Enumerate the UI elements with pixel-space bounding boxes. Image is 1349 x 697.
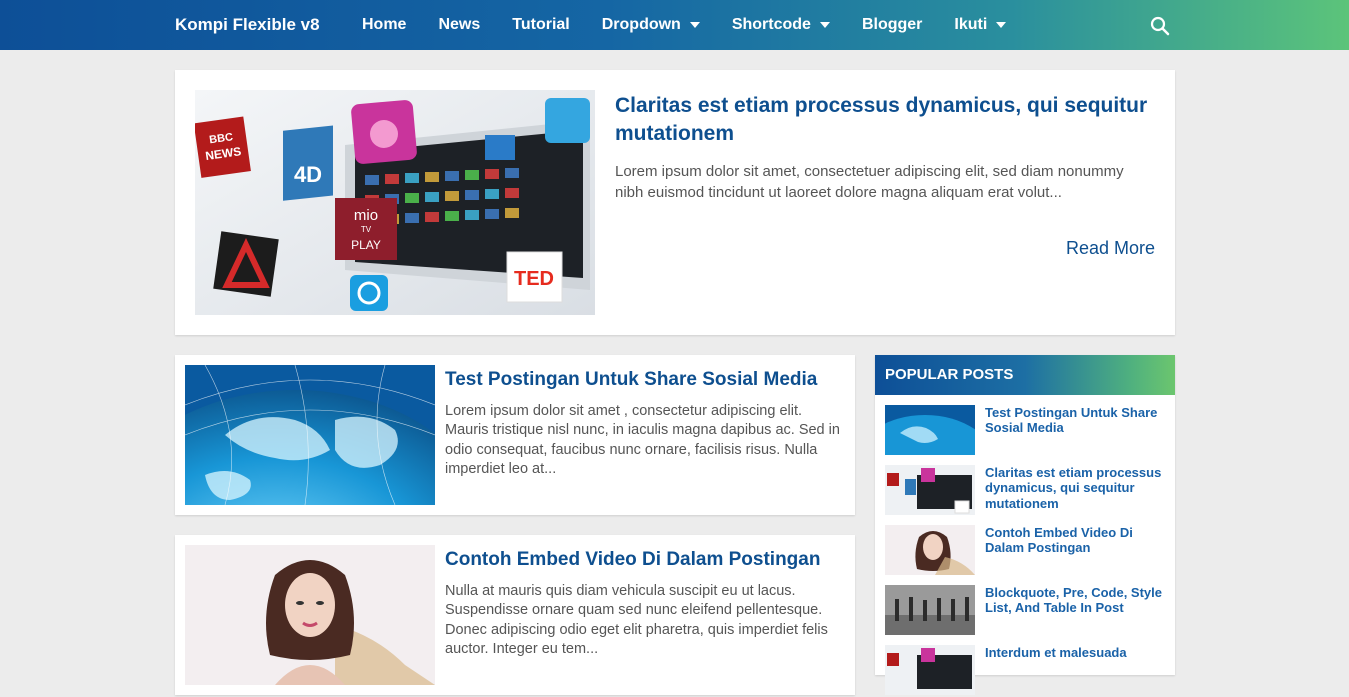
tv-logo-text: TV: [361, 225, 372, 234]
featured-post-card: BBC NEWS 4D mio TV PLAY TED Claritas est…: [175, 70, 1175, 335]
post-excerpt: Lorem ipsum dolor sit amet , consectetur…: [445, 403, 840, 478]
nav-news-label: News: [438, 16, 481, 33]
featured-post-thumbnail[interactable]: BBC NEWS 4D mio TV PLAY TED: [195, 90, 595, 315]
nav-home-label: Home: [362, 16, 407, 33]
post-title[interactable]: Test Postingan Untuk Share Sosial Media: [445, 367, 845, 392]
popular-posts-widget: POPULAR POSTS Test Postingan Untuk Share…: [875, 355, 1175, 695]
nav-ikuti-label: Ikuti: [954, 16, 988, 33]
nav-home[interactable]: Home: [362, 16, 406, 34]
nav-dropdown[interactable]: Dropdown: [602, 16, 700, 34]
popular-post-thumbnail[interactable]: [885, 465, 975, 515]
nav-tutorial-label: Tutorial: [512, 16, 570, 33]
popular-post-item[interactable]: Interdum et malesuada: [885, 645, 1170, 697]
ted-logo-text: TED: [514, 268, 554, 290]
mio-logo-text: mio: [354, 207, 378, 224]
featured-post-excerpt: Lorem ipsum dolor sit amet, consectetuer…: [615, 163, 1124, 201]
4d-logo-text: 4D: [294, 162, 322, 187]
popular-post-thumbnail[interactable]: [885, 585, 975, 635]
popular-post-item[interactable]: Contoh Embed Video Di Dalam Postingan: [885, 525, 1170, 577]
nav-shortcode-label: Shortcode: [731, 16, 811, 33]
caret-down-icon: [689, 22, 700, 28]
caret-down-icon: [819, 22, 830, 28]
popular-post-title[interactable]: Claritas est etiam processus dynamicus, …: [985, 465, 1170, 511]
nav-tutorial[interactable]: Tutorial: [512, 16, 569, 34]
popular-post-title[interactable]: Blockquote, Pre, Code, Style List, And T…: [985, 585, 1170, 616]
main-nav: Home News Tutorial Dropdown Shortcode Bl…: [362, 0, 1038, 50]
nav-dropdown-label: Dropdown: [601, 16, 681, 33]
featured-post-title[interactable]: Claritas est etiam processus dynamicus, …: [615, 92, 1160, 148]
nav-shortcode[interactable]: Shortcode: [732, 16, 830, 34]
popular-post-title[interactable]: Contoh Embed Video Di Dalam Postingan: [985, 525, 1170, 556]
popular-post-item[interactable]: Blockquote, Pre, Code, Style List, And T…: [885, 585, 1170, 637]
popular-post-thumbnail[interactable]: [885, 645, 975, 695]
read-more-link[interactable]: Read More: [1066, 238, 1155, 259]
popular-post-item[interactable]: Test Postingan Untuk Share Sosial Media: [885, 405, 1170, 457]
popular-post-thumbnail[interactable]: [885, 405, 975, 455]
widget-heading: POPULAR POSTS: [875, 355, 1175, 395]
post-card: Test Postingan Untuk Share Sosial Media …: [175, 355, 855, 515]
nav-blogger-label: Blogger: [861, 16, 923, 33]
nav-blogger[interactable]: Blogger: [862, 16, 922, 34]
post-thumbnail[interactable]: [185, 545, 435, 685]
search-icon[interactable]: [1150, 16, 1170, 36]
popular-post-item[interactable]: Claritas est etiam processus dynamicus, …: [885, 465, 1170, 517]
top-navigation-bar: Kompi Flexible v8 Home News Tutorial Dro…: [0, 0, 1349, 50]
post-card: Contoh Embed Video Di Dalam Postingan Nu…: [175, 535, 855, 695]
popular-post-title[interactable]: Test Postingan Untuk Share Sosial Media: [985, 405, 1170, 436]
play-logo-text: PLAY: [351, 238, 381, 252]
post-excerpt: Nulla at mauris quis diam vehicula susci…: [445, 583, 828, 658]
post-thumbnail[interactable]: [185, 365, 435, 505]
nav-news[interactable]: News: [438, 16, 480, 34]
nav-ikuti[interactable]: Ikuti: [954, 16, 1007, 34]
caret-down-icon: [996, 22, 1007, 28]
site-brand[interactable]: Kompi Flexible v8: [175, 15, 320, 35]
post-title[interactable]: Contoh Embed Video Di Dalam Postingan: [445, 547, 845, 572]
popular-post-title[interactable]: Interdum et malesuada: [985, 645, 1170, 660]
popular-post-thumbnail[interactable]: [885, 525, 975, 575]
